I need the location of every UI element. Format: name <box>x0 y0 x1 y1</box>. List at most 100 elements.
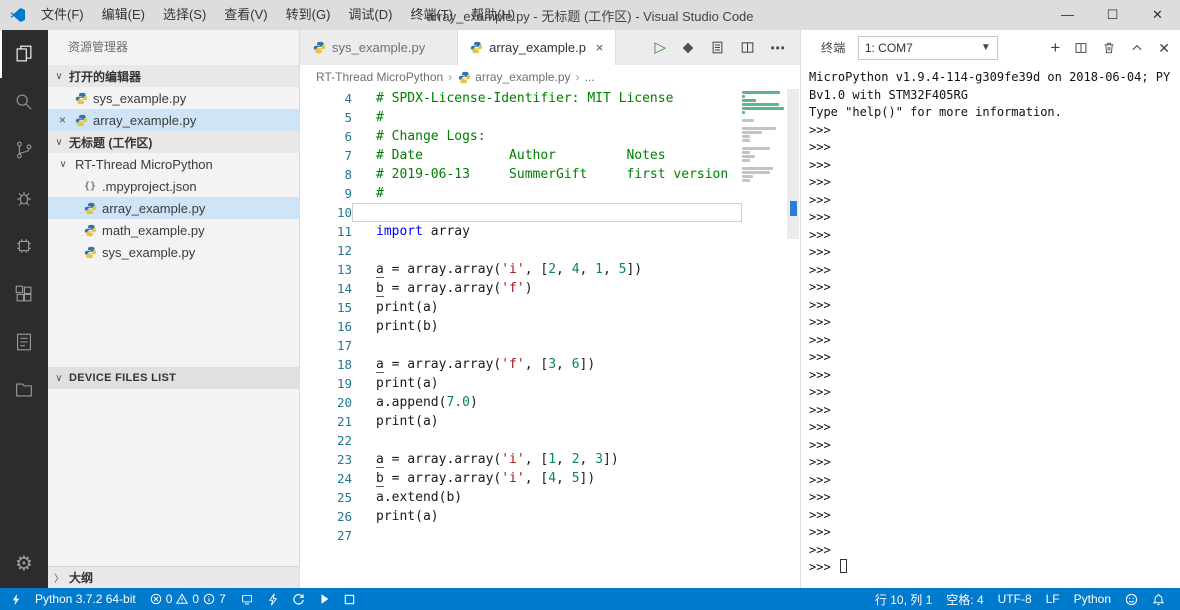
menu-item[interactable]: 调试(D) <box>339 0 401 30</box>
menu-item[interactable]: 转到(G) <box>277 0 340 30</box>
menu-item[interactable]: 文件(F) <box>32 0 93 30</box>
code-line[interactable]: 6 # Change Logs: <box>300 127 800 146</box>
cursor-position[interactable]: 行 10, 列 1 <box>868 588 939 610</box>
scrollbar-handle[interactable] <box>787 89 799 239</box>
terminal-output[interactable]: MicroPython v1.9.4-114-g309fe39d on 2018… <box>801 65 1180 588</box>
outline-header[interactable]: 〉 大纲 <box>48 566 299 588</box>
code-line[interactable]: 7 # Date Author Notes <box>300 146 800 165</box>
code-line[interactable]: 12 <box>300 241 800 260</box>
code-line[interactable]: 23 a = array.array('i', [1, 2, 3]) <box>300 450 800 469</box>
code-line[interactable]: 10 <box>300 203 800 222</box>
info-icon <box>203 593 215 605</box>
activity-folder-library[interactable] <box>0 366 48 414</box>
tree-file[interactable]: array_example.py <box>48 197 299 219</box>
tree-folder[interactable]: ∨ RT-Thread MicroPython <box>48 153 299 175</box>
activity-notes[interactable] <box>0 318 48 366</box>
close-button[interactable]: ✕ <box>1135 0 1180 30</box>
code-line[interactable]: 22 <box>300 431 800 450</box>
device-files-header[interactable]: ∨ DEVICE FILES LIST <box>48 367 299 389</box>
eol-sequence[interactable]: LF <box>1039 588 1067 610</box>
minimap[interactable] <box>742 91 786 187</box>
open-editor-item[interactable]: sys_example.py <box>48 87 299 109</box>
line-number: 7 <box>344 148 352 163</box>
board-button[interactable] <box>233 588 261 610</box>
code-line[interactable]: 4 # SPDX-License-Identifier: MIT License <box>300 89 800 108</box>
encoding[interactable]: UTF-8 <box>991 588 1039 610</box>
breadcrumb-item[interactable]: ... <box>585 70 595 84</box>
activity-search[interactable] <box>0 78 48 126</box>
activity-device[interactable] <box>0 222 48 270</box>
activity-debug[interactable] <box>0 174 48 222</box>
code-line[interactable]: 16 print(b) <box>300 317 800 336</box>
code-text: a = array.array('i', [2, 4, 1, 5]) <box>376 262 643 278</box>
editor-tab[interactable]: sys_example.py <box>300 30 458 65</box>
terminal-prompt-line: >>> <box>809 332 831 347</box>
indentation[interactable]: 空格: 4 <box>939 588 990 610</box>
split-terminal-button[interactable] <box>1074 41 1088 55</box>
editor-scrollbar[interactable] <box>786 89 800 588</box>
code-line[interactable]: 14 b = array.array('f') <box>300 279 800 298</box>
remote-indicator[interactable] <box>4 588 28 610</box>
flash-download-button[interactable] <box>261 588 285 610</box>
menu-item[interactable]: 选择(S) <box>154 0 215 30</box>
chevron-right-icon: 〉 <box>54 574 64 585</box>
tree-file[interactable]: sys_example.py <box>48 241 299 263</box>
close-tab-icon[interactable]: × <box>592 40 607 55</box>
code-line[interactable]: 21 print(a) <box>300 412 800 431</box>
code-line[interactable]: 25 a.extend(b) <box>300 488 800 507</box>
sync-button[interactable] <box>285 588 312 610</box>
editor-tab[interactable]: array_example.py × <box>458 30 616 65</box>
workspace-header[interactable]: ∨ 无标题 (工作区) <box>48 131 299 153</box>
open-editors-header[interactable]: ∨ 打开的编辑器 <box>48 65 299 87</box>
code-line[interactable]: 19 print(a) <box>300 374 800 393</box>
activity-source-control[interactable] <box>0 126 48 174</box>
code-text: b = array.array('i', [4, 5]) <box>376 471 596 487</box>
menu-item[interactable]: 编辑(E) <box>93 0 154 30</box>
code-line[interactable]: 17 <box>300 336 800 355</box>
terminal-tab[interactable]: 终端 <box>821 39 846 56</box>
run-file-button[interactable]: ▷ <box>654 40 666 55</box>
code-line[interactable]: 15 print(a) <box>300 298 800 317</box>
open-editor-item[interactable]: × array_example.py <box>48 109 299 131</box>
maximize-button[interactable]: ☐ <box>1090 0 1135 30</box>
maximize-panel-button[interactable] <box>1130 41 1144 55</box>
code-line[interactable]: 9 # <box>300 184 800 203</box>
more-actions-button[interactable]: ⋯ <box>770 39 786 57</box>
breadcrumb-item[interactable]: RT-Thread MicroPython <box>316 70 443 84</box>
menu-item[interactable]: 查看(V) <box>215 0 276 30</box>
code-lines: 4 # SPDX-License-Identifier: MIT License 5… <box>300 89 800 545</box>
code-line[interactable]: 8 # 2019-06-13 SummerGift first version <box>300 165 800 184</box>
activity-extensions[interactable] <box>0 270 48 318</box>
close-editor-icon[interactable]: × <box>56 113 69 127</box>
tree-file[interactable]: math_example.py <box>48 219 299 241</box>
debug-button[interactable] <box>681 41 695 55</box>
language-mode[interactable]: Python <box>1067 588 1118 610</box>
kill-terminal-button[interactable] <box>1102 41 1116 55</box>
terminal-prompt-line: >>> <box>809 472 831 487</box>
code-line[interactable]: 13 a = array.array('i', [2, 4, 1, 5]) <box>300 260 800 279</box>
terminal-selector[interactable]: 1: COM7 ▼ <box>857 35 998 60</box>
python-interpreter[interactable]: Python 3.7.2 64-bit <box>28 588 143 610</box>
close-panel-button[interactable]: ✕ <box>1158 41 1170 55</box>
code-line[interactable]: 26 print(a) <box>300 507 800 526</box>
code-line[interactable]: 27 <box>300 526 800 545</box>
code-line[interactable]: 11 import array <box>300 222 800 241</box>
new-terminal-button[interactable]: + <box>1050 39 1060 56</box>
code-line[interactable]: 18 a = array.array('f', [3, 6]) <box>300 355 800 374</box>
feedback-button[interactable] <box>1118 588 1145 610</box>
code-line[interactable]: 5 # <box>300 108 800 127</box>
open-preview-button[interactable] <box>710 40 725 55</box>
tree-file[interactable]: {} .mpyproject.json <box>48 175 299 197</box>
stop-button[interactable] <box>337 588 362 610</box>
split-editor-button[interactable] <box>740 40 755 55</box>
code-line[interactable]: 24 b = array.array('i', [4, 5]) <box>300 469 800 488</box>
code-line[interactable]: 20 a.append(7.0) <box>300 393 800 412</box>
problems-indicator[interactable]: 0 0 7 <box>143 588 233 610</box>
run-button[interactable] <box>312 588 337 610</box>
breadcrumb-item[interactable]: array_example.py <box>457 70 571 84</box>
code-editor[interactable]: 4 # SPDX-License-Identifier: MIT License 5… <box>300 89 800 588</box>
notifications-button[interactable] <box>1145 588 1172 610</box>
activity-settings[interactable]: ⚙ <box>0 540 48 588</box>
activity-explorer[interactable] <box>0 30 48 78</box>
minimize-button[interactable]: — <box>1045 0 1090 30</box>
